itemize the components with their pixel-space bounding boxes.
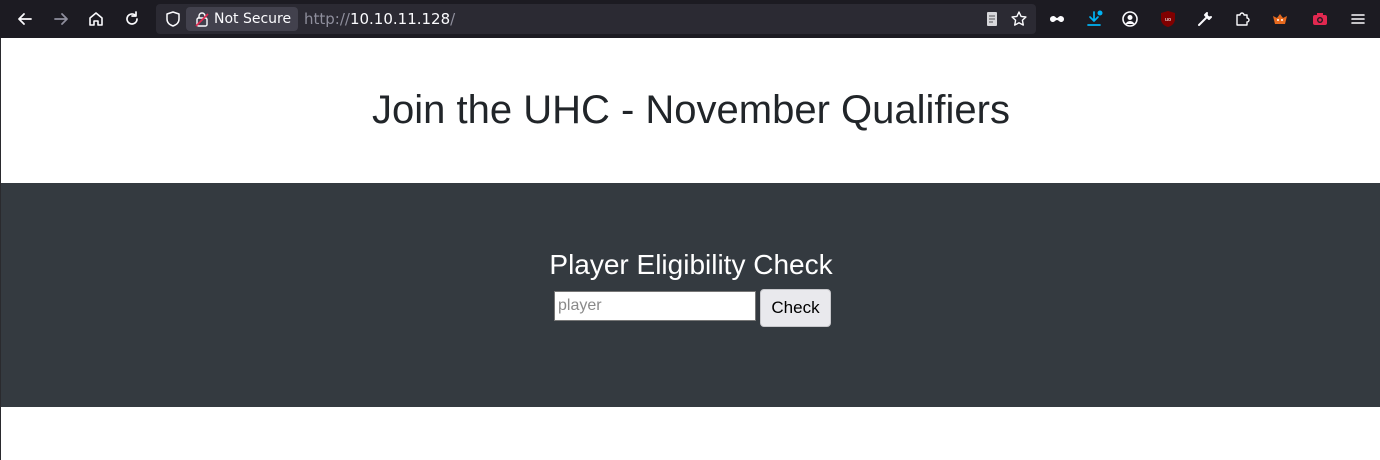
back-arrow-icon[interactable] bbox=[13, 7, 37, 31]
player-input[interactable] bbox=[554, 291, 756, 321]
url-bar[interactable]: Not Secure http://10.10.11.128/ bbox=[156, 4, 1036, 34]
downloads-icon[interactable] bbox=[1082, 7, 1106, 31]
hamburger-menu-icon[interactable] bbox=[1346, 7, 1370, 31]
svg-text:uo: uo bbox=[1165, 17, 1171, 23]
url-host: 10.10.11.128 bbox=[349, 10, 451, 28]
not-secure-label: Not Secure bbox=[214, 11, 292, 27]
foxyproxy-icon[interactable] bbox=[1268, 7, 1292, 31]
url-scheme: http:// bbox=[304, 10, 350, 28]
url-text[interactable]: http://10.10.11.128/ bbox=[304, 10, 455, 28]
eligibility-heading: Player Eligibility Check bbox=[549, 249, 833, 280]
eligibility-section: Player Eligibility Check Check bbox=[1, 183, 1380, 407]
home-icon[interactable] bbox=[84, 7, 108, 31]
page-title: Join the UHC - November Qualifiers bbox=[372, 88, 1010, 132]
check-button[interactable]: Check bbox=[760, 289, 831, 327]
browser-toolbar: Not Secure http://10.10.11.128/ uo bbox=[0, 0, 1380, 38]
tracking-shield-icon[interactable] bbox=[164, 10, 182, 28]
private-mask-icon[interactable] bbox=[1045, 7, 1069, 31]
reader-view-icon[interactable] bbox=[980, 7, 1004, 31]
extensions-puzzle-icon[interactable] bbox=[1230, 7, 1254, 31]
page-content: Join the UHC - November Qualifiers Playe… bbox=[0, 38, 1380, 460]
url-path: / bbox=[450, 10, 456, 28]
wrench-icon[interactable] bbox=[1193, 7, 1217, 31]
forward-arrow-icon[interactable] bbox=[49, 7, 73, 31]
insecure-lock-icon bbox=[195, 12, 209, 27]
not-secure-indicator[interactable]: Not Secure bbox=[186, 7, 298, 31]
bookmark-star-icon[interactable] bbox=[1007, 7, 1031, 31]
ublock-origin-icon[interactable]: uo bbox=[1156, 7, 1180, 31]
account-icon[interactable] bbox=[1118, 7, 1142, 31]
screenshot-camera-icon[interactable] bbox=[1308, 7, 1332, 31]
reload-icon[interactable] bbox=[120, 7, 144, 31]
